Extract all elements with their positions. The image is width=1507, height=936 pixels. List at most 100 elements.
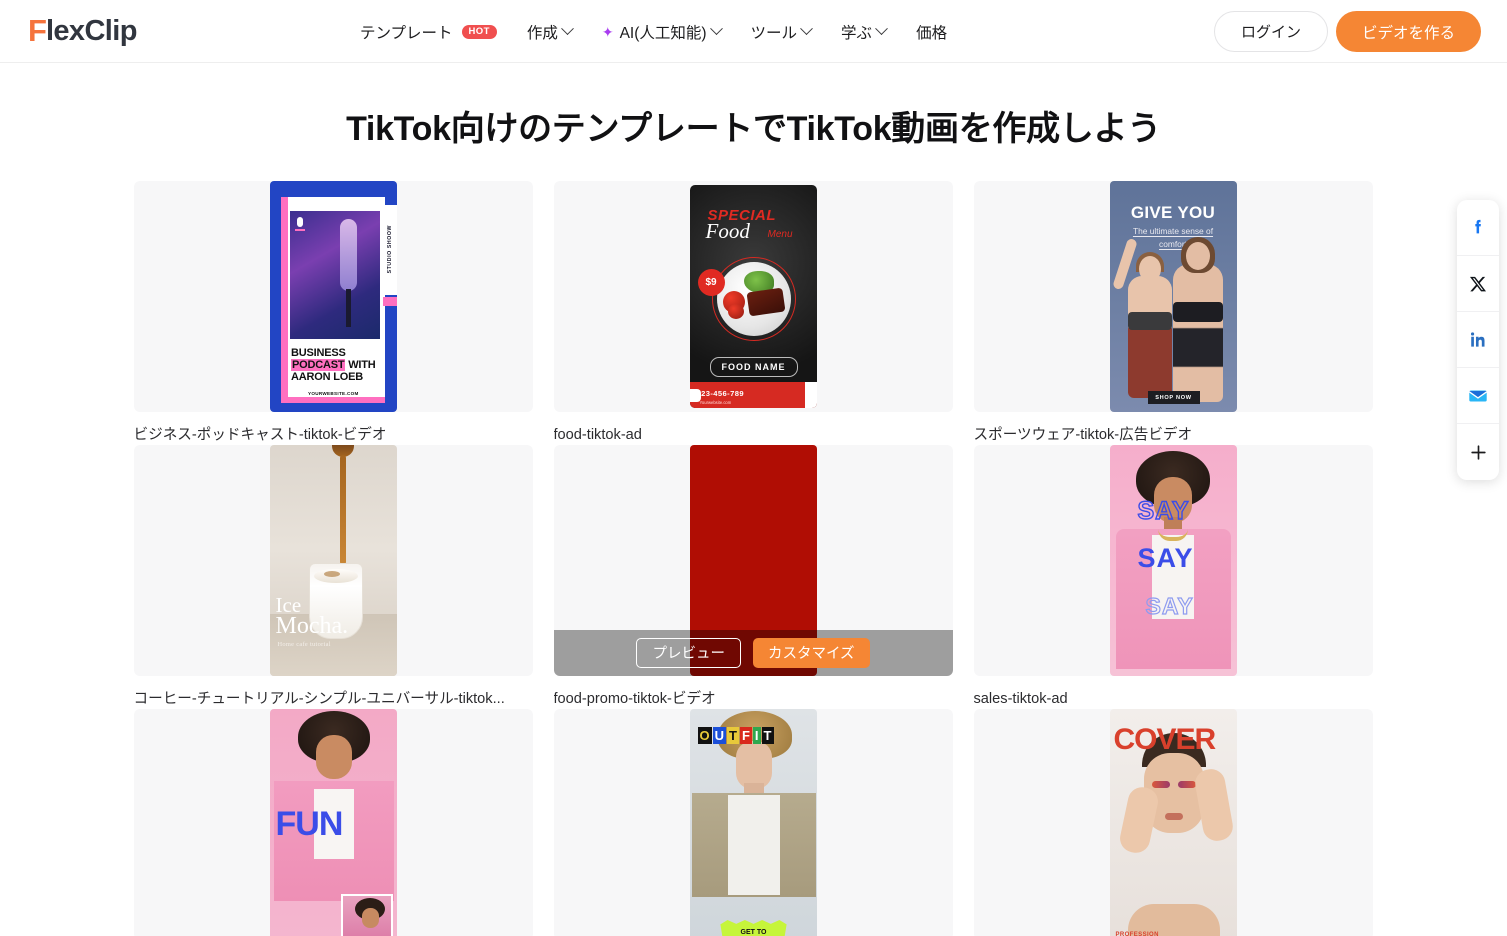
poster-sales-say: SAY SAY SAY — [1109, 444, 1237, 676]
template-thumbnail[interactable]: COVER PROFESSION — [973, 708, 1373, 936]
poster-menu-label: Menu — [767, 229, 793, 240]
nav-label-pricing: 価格 — [916, 24, 948, 42]
poster-side-text: STUDIO SHOOW — [387, 225, 393, 274]
poster-line-2: PODCAST WITH — [291, 358, 376, 371]
site-header: F lexClip テンプレート HOT 作成 ✦ AI(人工知能) ツール 学… — [0, 0, 1507, 63]
share-linkedin-button[interactable] — [1457, 312, 1499, 368]
poster-arrow-box: ➝ — [804, 382, 817, 408]
poster-food-menu: SPECIAL Food Menu $9 FOOD NAME 123-456-7… — [689, 185, 817, 408]
template-thumbnail[interactable]: GIVE YOU The ultimate sense of comfort S… — [973, 181, 1373, 412]
customize-button[interactable]: カスタマイズ — [752, 637, 870, 668]
template-title[interactable]: sales-tiktok-ad — [974, 690, 1373, 709]
poster-food-label: Food — [705, 219, 750, 243]
template-title[interactable]: スポーツウェア-tiktok-広告ビデオ — [974, 426, 1373, 445]
poster-headline: GIVE YOU — [1130, 203, 1216, 222]
share-facebook-button[interactable] — [1457, 200, 1499, 256]
template-grid: STUDIO SHOOW BUSINESS PODCAST WITH AARON… — [133, 181, 1374, 936]
template-card[interactable]: SAY SAY SAY sales-tiktok-ad — [973, 444, 1373, 709]
nav-label-tools: ツール — [750, 24, 798, 42]
template-title[interactable]: コーヒー-チュートリアル-シンプル-ユニバーサル-tiktok... — [134, 690, 533, 709]
x-twitter-icon — [1469, 276, 1487, 291]
poster-line-3: Home cafe tutorial — [277, 640, 331, 648]
poster-line-3: SAY — [1145, 592, 1194, 619]
template-card[interactable]: OUTFIT GET TO — [553, 708, 953, 936]
poster-line-2: SAY — [1137, 542, 1194, 573]
social-share-rail — [1457, 200, 1499, 480]
template-card[interactable]: FUN — [133, 708, 533, 936]
template-title[interactable]: food-tiktok-ad — [554, 426, 953, 445]
poster-badge: GET TO — [720, 919, 787, 936]
chevron-down-icon — [800, 22, 813, 36]
nav-label-templates: テンプレート — [360, 24, 453, 42]
poster-business-podcast: STUDIO SHOOW BUSINESS PODCAST WITH AARON… — [269, 181, 397, 412]
poster-word: FUN — [275, 804, 344, 843]
nav-item-learn[interactable]: 学ぶ — [841, 0, 888, 63]
template-thumbnail[interactable]: FUN — [133, 708, 533, 936]
template-card[interactable]: STUDIO SHOOW BUSINESS PODCAST WITH AARON… — [133, 181, 533, 445]
poster-fun: FUN — [269, 708, 397, 936]
header-actions: ログイン ビデオを作る — [1213, 11, 1481, 52]
chevron-down-icon — [875, 22, 888, 36]
brand-logo-mark: F — [28, 12, 47, 48]
login-button[interactable]: ログイン — [1213, 11, 1328, 52]
poster-line-1: BUSINESS — [291, 346, 346, 359]
share-x-button[interactable] — [1457, 256, 1499, 312]
nav-label-create: 作成 — [526, 24, 558, 42]
nav-label-learn: 学ぶ — [841, 24, 873, 42]
poster-phone: 123-456-789 — [696, 389, 744, 398]
template-title[interactable]: ビジネス-ポッドキャスト-tiktok-ビデオ — [134, 426, 533, 445]
chevron-down-icon — [560, 22, 574, 36]
template-thumbnail[interactable]: Ice Mocha. Home cafe tutorial — [133, 444, 533, 676]
brand-logo-text: lexClip — [45, 14, 137, 47]
poster-ice-mocha: Ice Mocha. Home cafe tutorial — [269, 444, 397, 676]
template-title[interactable]: food-promo-tiktok-ビデオ — [554, 690, 953, 709]
poster-sub: PROFESSION — [1115, 931, 1159, 936]
template-thumbnail[interactable]: SAY SAY SAY — [973, 444, 1373, 676]
main-navigation: テンプレート HOT 作成 ✦ AI(人工知能) ツール 学ぶ 価格 — [360, 0, 947, 63]
poster-line-2-highlight: PODCAST — [291, 358, 346, 371]
poster-line-2-rest: WITH — [345, 358, 376, 371]
poster-line-2: Mocha. — [275, 612, 349, 639]
template-thumbnail[interactable]: プレビュー カスタマイズ — [553, 444, 953, 676]
poster-sportswear: GIVE YOU The ultimate sense of comfort S… — [1109, 181, 1237, 412]
make-video-button[interactable]: ビデオを作る — [1335, 11, 1481, 52]
nav-item-tools[interactable]: ツール — [750, 0, 813, 63]
preview-button[interactable]: プレビュー — [636, 637, 741, 668]
page-title: TikTok向けのテンプレートでTikTok動画を作成しよう — [346, 110, 1161, 148]
poster-cta: SHOP NOW — [1147, 391, 1200, 404]
poster-cover: COVER PROFESSION — [1109, 708, 1237, 936]
poster-outfit: OUTFIT GET TO — [689, 708, 817, 936]
nav-item-create[interactable]: 作成 — [526, 0, 574, 63]
poster-word: OUTFIT — [697, 726, 774, 744]
nav-item-ai[interactable]: ✦ AI(人工知能) — [601, 0, 723, 63]
share-email-button[interactable] — [1457, 368, 1499, 424]
poster-website: YOURWEBSITE.COM — [308, 390, 359, 396]
brand-logo[interactable]: F lexClip — [28, 14, 137, 48]
poster-price-badge: $9 — [697, 269, 725, 296]
hot-badge: HOT — [461, 24, 497, 39]
template-card[interactable]: SPECIAL Food Menu $9 FOOD NAME 123-456-7… — [553, 181, 953, 445]
template-thumbnail[interactable]: SPECIAL Food Menu $9 FOOD NAME 123-456-7… — [553, 181, 953, 412]
template-thumbnail[interactable]: STUDIO SHOOW BUSINESS PODCAST WITH AARON… — [133, 181, 533, 412]
nav-item-pricing[interactable]: 価格 — [916, 0, 947, 63]
poster-food-name: FOOD NAME — [709, 357, 798, 377]
linkedin-icon — [1470, 332, 1485, 347]
template-thumbnail[interactable]: OUTFIT GET TO — [553, 708, 953, 936]
template-card[interactable]: Ice Mocha. Home cafe tutorial コーヒー-チュートリ… — [133, 444, 533, 709]
poster-line-1: SAY — [1137, 496, 1190, 525]
template-card-hovered[interactable]: プレビュー カスタマイズ food-promo-tiktok-ビデオ — [553, 444, 953, 709]
nav-label-ai: AI(人工知能) — [619, 24, 707, 42]
poster-line-3: AARON LOEB — [291, 370, 363, 383]
template-card[interactable]: COVER PROFESSION — [973, 708, 1373, 936]
email-icon — [1468, 390, 1488, 401]
template-hover-actions: プレビュー カスタマイズ — [553, 629, 953, 676]
poster-badge-text: GET TO — [740, 928, 767, 936]
template-card[interactable]: GIVE YOU The ultimate sense of comfort S… — [973, 181, 1373, 445]
chevron-down-icon — [709, 22, 723, 36]
poster-site: Yourwebsite.com — [699, 400, 732, 405]
sparkle-icon: ✦ — [601, 23, 614, 40]
facebook-icon — [1475, 219, 1481, 233]
nav-item-templates[interactable]: テンプレート HOT — [360, 0, 497, 63]
plus-icon — [1470, 444, 1486, 460]
share-more-button[interactable] — [1457, 424, 1499, 480]
